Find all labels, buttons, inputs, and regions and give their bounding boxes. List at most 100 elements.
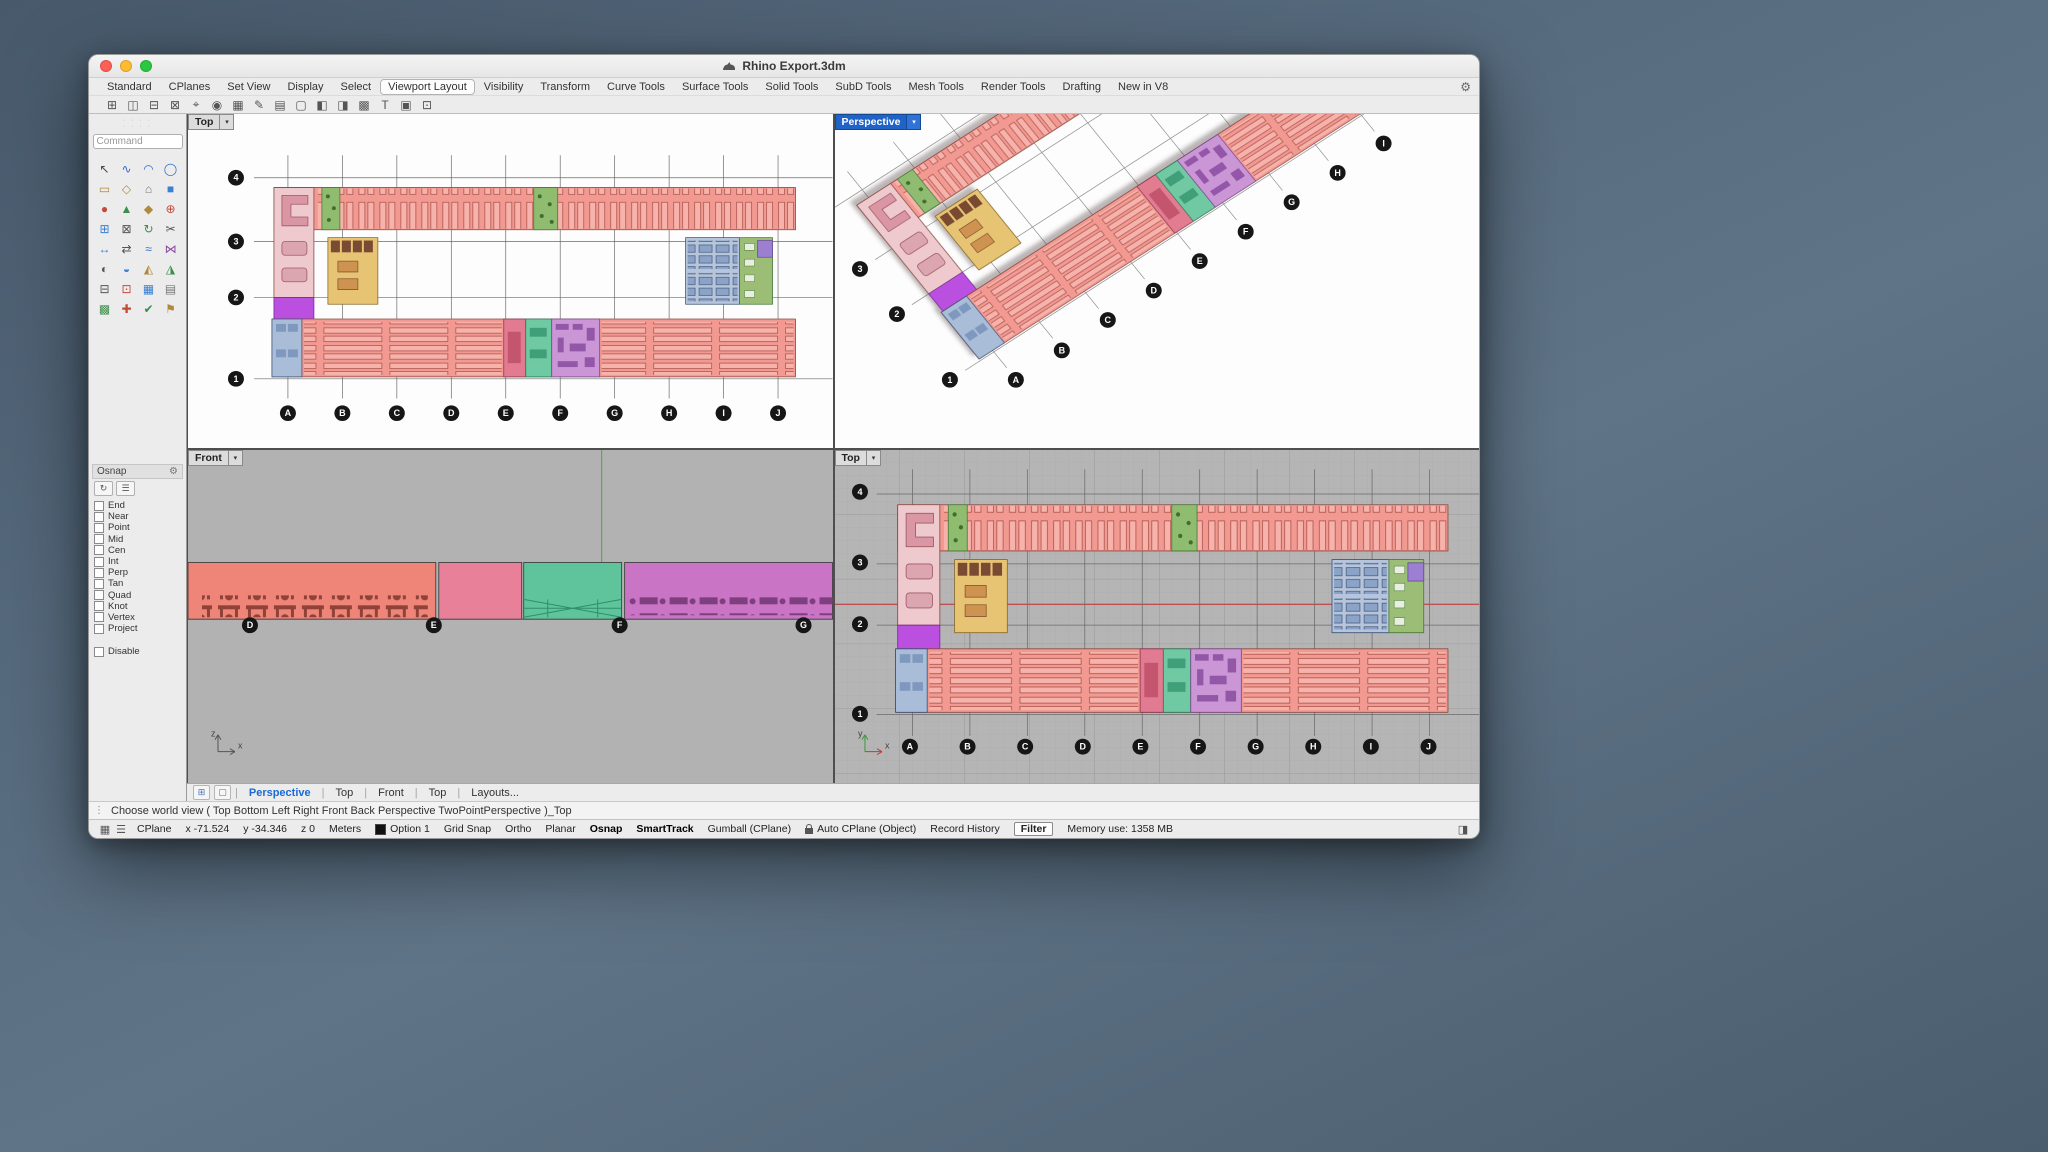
menu-transform[interactable]: Transform [532, 79, 598, 95]
tab-perspective[interactable]: Perspective [242, 787, 318, 799]
menu-set-view[interactable]: Set View [219, 79, 278, 95]
tool-icon-16[interactable]: ✂ [160, 219, 182, 239]
edit-layers-icon[interactable]: ☰ [113, 823, 129, 836]
perspective-canvas[interactable]: ABCDEFGHI123 [835, 114, 1480, 448]
tool-icon-13[interactable]: ⊞ [94, 219, 116, 239]
osnap-filter-icon[interactable]: ☰ [116, 481, 135, 496]
quad-checkbox[interactable] [94, 590, 104, 600]
menu-visibility[interactable]: Visibility [476, 79, 532, 95]
tool-icon-9[interactable]: ● [94, 199, 116, 219]
layer-state-icon[interactable]: ▦ [97, 823, 113, 836]
viewport-single-icon[interactable]: ◫ [124, 97, 142, 112]
tool-icon-20[interactable]: ⋈ [160, 239, 182, 259]
tool-icon-11[interactable]: ◆ [138, 199, 160, 219]
panel-left-icon[interactable]: ◧ [313, 97, 331, 112]
status-option-1[interactable]: Option 1 [375, 823, 430, 835]
viewport-layout-4-icon[interactable]: ⊞ [103, 97, 121, 112]
display-mode-icon[interactable]: ◉ [208, 97, 226, 112]
menu-display[interactable]: Display [279, 79, 331, 95]
panel-right-icon[interactable]: ◨ [334, 97, 352, 112]
tool-icon-29[interactable]: ▩ [94, 299, 116, 319]
tab-top[interactable]: Top [328, 787, 360, 799]
status-osnap[interactable]: Osnap [590, 823, 623, 835]
minimize-button[interactable] [120, 60, 132, 72]
grid-options-icon[interactable]: ▦ [229, 97, 247, 112]
viewport-split-h-icon[interactable]: ⊟ [145, 97, 163, 112]
menu-select[interactable]: Select [333, 79, 380, 95]
zoom-target-icon[interactable]: ⌖ [187, 97, 205, 112]
tool-icon-22[interactable]: ◒ [116, 259, 138, 279]
disable-checkbox[interactable] [94, 647, 104, 657]
close-button[interactable] [100, 60, 112, 72]
viewport-perspective-dropdown-icon[interactable]: ▾ [907, 114, 921, 130]
tool-icon-10[interactable]: ▲ [116, 199, 138, 219]
command-prompt-icon[interactable]: ⋮ [93, 805, 105, 816]
layer-color-swatch[interactable] [375, 824, 386, 835]
tool-icon-18[interactable]: ⇄ [116, 239, 138, 259]
new-document-icon[interactable]: ▢ [292, 97, 310, 112]
menu-viewport-layout[interactable]: Viewport Layout [380, 79, 475, 95]
tool-icon-2[interactable]: ∿ [116, 159, 138, 179]
viewport-split-v-icon[interactable]: ⊠ [166, 97, 184, 112]
status-grid-snap[interactable]: Grid Snap [444, 823, 491, 835]
menu-subd-tools[interactable]: SubD Tools [827, 79, 899, 95]
settings-gear-icon[interactable]: ⚙ [1460, 80, 1471, 94]
tool-icon-23[interactable]: ◭ [138, 259, 160, 279]
tool-icon-19[interactable]: ≈ [138, 239, 160, 259]
perp-checkbox[interactable] [94, 568, 104, 578]
menu-surface-tools[interactable]: Surface Tools [674, 79, 756, 95]
tool-icon-24[interactable]: ◮ [160, 259, 182, 279]
viewport-top[interactable]: ABCDEFGHIJ1234 Top ▾ [188, 114, 833, 448]
tab-top[interactable]: Top [422, 787, 454, 799]
osnap-track-icon[interactable]: ↻ [94, 481, 113, 496]
tool-icon-26[interactable]: ⊡ [116, 279, 138, 299]
project-checkbox[interactable] [94, 624, 104, 634]
tool-icon-3[interactable]: ◠ [138, 159, 160, 179]
fullscreen-button[interactable] [140, 60, 152, 72]
tool-icon-31[interactable]: ✔ [138, 299, 160, 319]
tool-icon-5[interactable]: ▭ [94, 179, 116, 199]
tool-icon-7[interactable]: ⌂ [138, 179, 160, 199]
menu-standard[interactable]: Standard [99, 79, 160, 95]
cen-checkbox[interactable] [94, 545, 104, 555]
status-planar[interactable]: Planar [545, 823, 575, 835]
top-detail-canvas[interactable]: ABCDEFGHIJ1234 y x [835, 450, 1480, 784]
tool-icon-4[interactable]: ◯ [160, 159, 182, 179]
tabs-grid-icon[interactable]: ⊞ [193, 785, 210, 800]
status-cplane[interactable]: CPlane [137, 823, 171, 835]
tool-icon-14[interactable]: ⊠ [116, 219, 138, 239]
palette-drag-handle[interactable]: · · · ·· · · · [123, 118, 152, 130]
knot-checkbox[interactable] [94, 601, 104, 611]
mid-checkbox[interactable] [94, 534, 104, 544]
viewport-perspective-title[interactable]: Perspective [835, 114, 908, 130]
tool-icon-17[interactable]: ↔ [94, 239, 116, 259]
tool-icon-28[interactable]: ▤ [160, 279, 182, 299]
tab-layouts[interactable]: Layouts... [464, 787, 526, 799]
tool-icon-32[interactable]: ⚑ [160, 299, 182, 319]
viewport-top-detail[interactable]: ABCDEFGHIJ1234 y x Top ▾ [835, 450, 1480, 784]
titlebar[interactable]: Rhino Export.3dm [89, 55, 1479, 78]
status-ortho[interactable]: Ortho [505, 823, 531, 835]
layers-icon[interactable]: ▤ [271, 97, 289, 112]
menu-render-tools[interactable]: Render Tools [973, 79, 1054, 95]
point-checkbox[interactable] [94, 523, 104, 533]
tab-front[interactable]: Front [371, 787, 411, 799]
osnap-gear-icon[interactable]: ⚙ [169, 466, 178, 477]
print-icon[interactable]: ▩ [355, 97, 373, 112]
status-record-history[interactable]: Record History [930, 823, 999, 835]
tabs-single-icon[interactable]: ▢ [214, 785, 231, 800]
viewport-top-title[interactable]: Top [188, 114, 220, 130]
menu-mesh-tools[interactable]: Mesh Tools [900, 79, 971, 95]
tool-icon-15[interactable]: ↻ [138, 219, 160, 239]
status-gumball-cplane[interactable]: Gumball (CPlane) [708, 823, 791, 835]
tool-icon-12[interactable]: ⊕ [160, 199, 182, 219]
tool-icon-21[interactable]: ◐ [94, 259, 116, 279]
camera-icon[interactable]: ⊡ [418, 97, 436, 112]
tool-icon-6[interactable]: ◇ [116, 179, 138, 199]
tan-checkbox[interactable] [94, 579, 104, 589]
viewport-front-dropdown-icon[interactable]: ▾ [229, 450, 243, 466]
properties-icon[interactable]: ▣ [397, 97, 415, 112]
text-tool-icon[interactable]: T [376, 97, 394, 112]
menu-cplanes[interactable]: CPlanes [161, 79, 219, 95]
tool-icon-8[interactable]: ■ [160, 179, 182, 199]
